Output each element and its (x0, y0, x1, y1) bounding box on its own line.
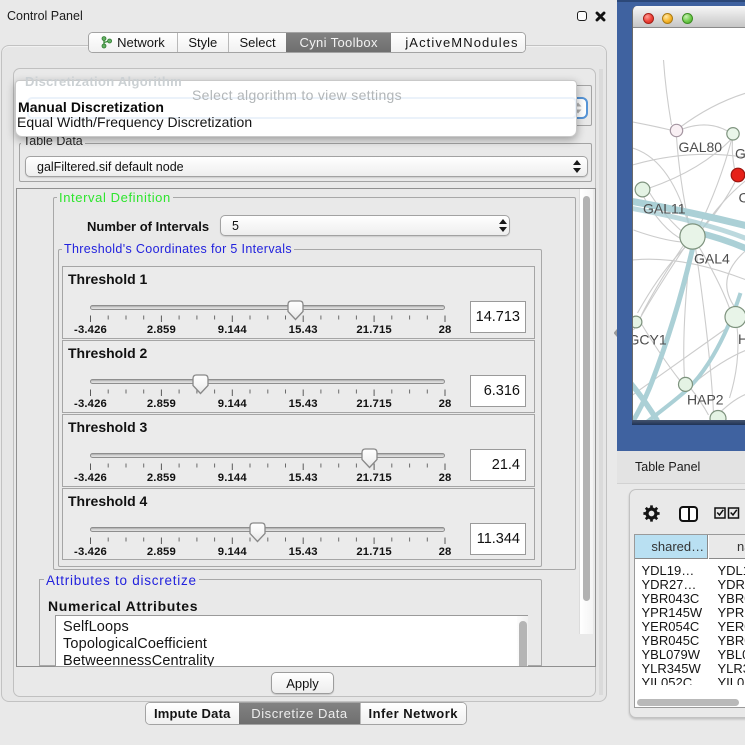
svg-text:GAL11: GAL11 (643, 201, 686, 217)
svg-text:GA: GA (735, 146, 745, 162)
svg-text:GCY1: GCY1 (633, 332, 667, 348)
svg-text:GAL4: GAL4 (694, 251, 730, 267)
svg-text:GAL80: GAL80 (678, 139, 722, 155)
svg-text:C: C (738, 190, 745, 206)
svg-text:H: H (738, 331, 745, 347)
svg-text:HAP2: HAP2 (687, 392, 724, 408)
